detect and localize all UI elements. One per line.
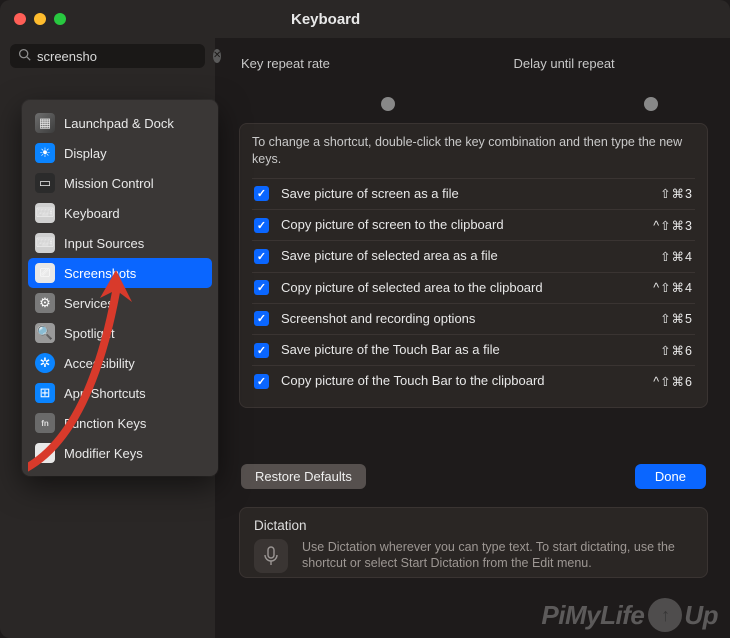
display-icon: ☀ — [35, 143, 55, 163]
search-icon — [18, 48, 31, 64]
checkbox[interactable]: ✓ — [254, 311, 269, 326]
shortcut-label: Save picture of selected area as a file — [281, 248, 648, 264]
keyboard-icon: ⌨ — [35, 203, 55, 223]
close-icon[interactable] — [14, 13, 26, 25]
function-keys-icon: fn — [35, 413, 55, 433]
shortcut-row[interactable]: ✓ Copy picture of screen to the clipboard… — [252, 210, 695, 241]
delay-label: Delay until repeat — [514, 56, 615, 71]
search-result-label: Modifier Keys — [64, 446, 143, 461]
shortcut-keys[interactable]: ^⇧⌘4 — [653, 280, 693, 295]
shortcut-keys[interactable]: ⇧⌘6 — [660, 343, 693, 358]
app-shortcuts-icon: ⊞ — [35, 383, 55, 403]
dictation-body: Use Dictation wherever you can type text… — [302, 539, 693, 572]
search-results-popover: ▦ Launchpad & Dock ☀ Display ▭ Mission Contro… — [22, 100, 218, 476]
screenshots-icon: ⎚ — [35, 263, 55, 283]
shortcut-row[interactable]: ✓ Save picture of screen as a file ⇧⌘3 — [252, 179, 695, 210]
search-input[interactable] — [37, 49, 213, 64]
shortcut-list: ✓ Save picture of screen as a file ⇧⌘3 ✓ Cop… — [252, 178, 695, 397]
search-result-label: Input Sources — [64, 236, 144, 251]
checkbox[interactable]: ✓ — [254, 374, 269, 389]
dictation-section: Dictation Use Dictation wherever you can… — [239, 507, 708, 578]
window-controls — [14, 13, 66, 25]
watermark-text: PiMyLife — [541, 600, 644, 631]
settings-window: Keyboard ✕ Key repeat rate Delay until r… — [0, 0, 730, 638]
main-pane: Key repeat rate Delay until repeat To ch… — [215, 38, 730, 638]
dictation-heading: Dictation — [254, 518, 693, 533]
search-result-item[interactable]: 🔍 Spotlight — [28, 318, 212, 348]
restore-defaults-button[interactable]: Restore Defaults — [241, 464, 366, 489]
shortcut-row[interactable]: ✓ Copy picture of the Touch Bar to the cl… — [252, 366, 695, 396]
maximize-icon[interactable] — [54, 13, 66, 25]
shortcut-label: Copy picture of selected area to the cli… — [281, 280, 641, 296]
key-repeat-slider[interactable] — [241, 97, 434, 117]
search-result-label: Mission Control — [64, 176, 154, 191]
search-result-label: Accessibility — [64, 356, 135, 371]
checkbox[interactable]: ✓ — [254, 218, 269, 233]
minimize-icon[interactable] — [34, 13, 46, 25]
modifier-keys-icon: ⌘ — [35, 443, 55, 463]
search-result-item[interactable]: ⎚ Screenshots — [28, 258, 212, 288]
shortcut-label: Copy picture of screen to the clipboard — [281, 217, 641, 233]
search-result-label: App Shortcuts — [64, 386, 146, 401]
shortcut-row[interactable]: ✓ Copy picture of selected area to the cl… — [252, 273, 695, 304]
mission-control-icon: ▭ — [35, 173, 55, 193]
input-sources-icon: ⌨ — [35, 233, 55, 253]
shortcuts-panel: To change a shortcut, double-click the k… — [239, 123, 708, 408]
delay-slider[interactable] — [514, 97, 707, 117]
shortcut-row[interactable]: ✓ Save picture of selected area as a file… — [252, 241, 695, 272]
search-result-item[interactable]: ⌨ Input Sources — [28, 228, 212, 258]
search-result-item[interactable]: ▭ Mission Control — [28, 168, 212, 198]
done-button[interactable]: Done — [635, 464, 706, 489]
search-result-item[interactable]: ⌘ Modifier Keys — [28, 438, 212, 468]
up-arrow-icon: ↑ — [648, 598, 682, 632]
search-result-label: Screenshots — [64, 266, 136, 281]
shortcut-label: Save picture of the Touch Bar as a file — [281, 342, 648, 358]
search-result-label: Keyboard — [64, 206, 120, 221]
watermark-suffix: Up — [684, 600, 718, 631]
search-result-item[interactable]: ⊞ App Shortcuts — [28, 378, 212, 408]
microphone-icon — [254, 539, 288, 573]
search-result-item[interactable]: ⌨ Keyboard — [28, 198, 212, 228]
key-repeat-label: Key repeat rate — [241, 56, 330, 71]
search-result-label: Services — [64, 296, 114, 311]
shortcut-keys[interactable]: ^⇧⌘6 — [653, 374, 693, 389]
slider-labels: Key repeat rate Delay until repeat — [239, 52, 708, 123]
search-result-item[interactable]: ▦ Launchpad & Dock — [28, 108, 212, 138]
search-result-item[interactable]: ⚙ Services — [28, 288, 212, 318]
search-result-item[interactable]: fn Function Keys — [28, 408, 212, 438]
search-result-label: Launchpad & Dock — [64, 116, 174, 131]
shortcut-keys[interactable]: ^⇧⌘3 — [653, 218, 693, 233]
services-icon: ⚙ — [35, 293, 55, 313]
search-result-item[interactable]: ☀ Display — [28, 138, 212, 168]
titlebar: Keyboard — [0, 0, 730, 38]
launchpad-icon: ▦ — [35, 113, 55, 133]
accessibility-icon: ✲ — [35, 353, 55, 373]
checkbox[interactable]: ✓ — [254, 343, 269, 358]
shortcut-row[interactable]: ✓ Save picture of the Touch Bar as a file… — [252, 335, 695, 366]
shortcut-keys[interactable]: ⇧⌘5 — [660, 311, 693, 326]
checkbox[interactable]: ✓ — [254, 186, 269, 201]
panel-hint: To change a shortcut, double-click the k… — [252, 134, 695, 168]
search-result-label: Spotlight — [64, 326, 115, 341]
shortcut-label: Copy picture of the Touch Bar to the cli… — [281, 373, 641, 389]
search-result-item[interactable]: ✲ Accessibility — [28, 348, 212, 378]
watermark: PiMyLife ↑ Up — [541, 598, 718, 632]
shortcut-label: Save picture of screen as a file — [281, 186, 648, 202]
checkbox[interactable]: ✓ — [254, 249, 269, 264]
search-result-label: Display — [64, 146, 107, 161]
shortcut-keys[interactable]: ⇧⌘3 — [660, 186, 693, 201]
shortcut-label: Screenshot and recording options — [281, 311, 648, 327]
spotlight-icon: 🔍 — [35, 323, 55, 343]
page-title: Keyboard — [66, 11, 716, 28]
action-row: Restore Defaults Done — [239, 464, 708, 489]
checkbox[interactable]: ✓ — [254, 280, 269, 295]
shortcut-keys[interactable]: ⇧⌘4 — [660, 249, 693, 264]
search-result-label: Function Keys — [64, 416, 146, 431]
shortcut-row[interactable]: ✓ Screenshot and recording options ⇧⌘5 — [252, 304, 695, 335]
search-field[interactable]: ✕ — [10, 44, 205, 68]
